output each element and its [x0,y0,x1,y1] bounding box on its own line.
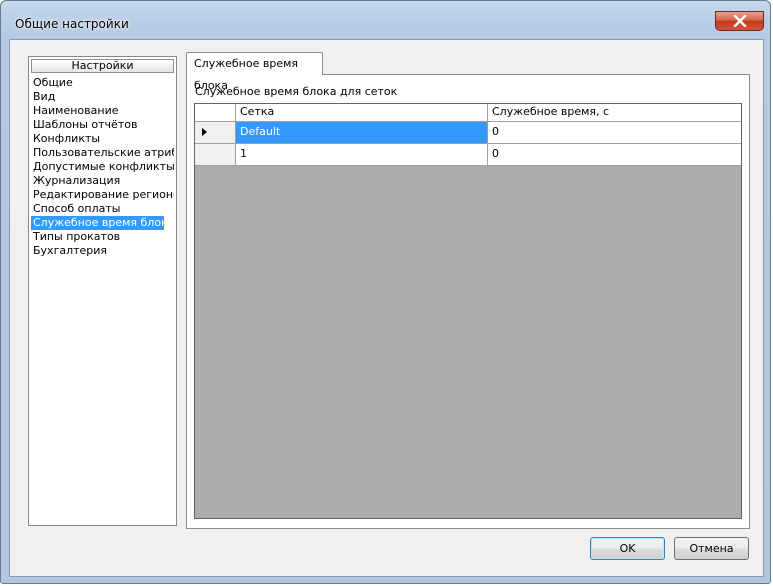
sidebar-item-conflicts[interactable]: Конфликты [31,132,174,146]
grid-corner-cell[interactable] [195,104,236,122]
settings-list-header[interactable]: Настройки [31,59,174,73]
column-header-grid[interactable]: Сетка [236,104,488,122]
sidebar-item-payment-method[interactable]: Способ оплаты [31,202,174,216]
cell-grid-name[interactable]: Default [236,122,488,144]
sidebar-item-region-editing[interactable]: Редактирование регионов [31,188,174,202]
sidebar-item-allowed-conflicts[interactable]: Допустимые конфликты [31,160,174,174]
service-time-grid[interactable]: Сетка Служебное время, с Default 0 1 0 [194,103,742,519]
tab-page-block-service-time: Служебное время блока для сеток Сетка Сл… [186,74,750,529]
settings-category-list[interactable]: Настройки Общие Вид Наименование Шаблоны… [28,56,177,526]
tab-block-service-time[interactable]: Служебное время блока [186,52,323,92]
column-header-service-time[interactable]: Служебное время, с [488,104,741,122]
current-row-arrow-icon [202,128,207,136]
title-bar[interactable]: Общие настройки [1,1,770,39]
settings-list-items: Общие Вид Наименование Шаблоны отчётов К… [31,76,174,258]
settings-dialog-window: Общие настройки Настройки Общие Вид Наим… [0,0,771,584]
dialog-client-area: Настройки Общие Вид Наименование Шаблоны… [9,39,764,577]
cell-service-time[interactable]: 0 [488,122,741,144]
cell-service-time[interactable]: 0 [488,144,741,166]
sidebar-item-journaling[interactable]: Журнализация [31,174,174,188]
sidebar-item-block-service-time[interactable]: Служебное время блока [31,216,164,230]
sidebar-item-naming[interactable]: Наименование [31,104,174,118]
sidebar-item-general[interactable]: Общие [31,76,174,90]
ok-button[interactable]: OK [590,537,665,560]
sidebar-item-view[interactable]: Вид [31,90,174,104]
row-header[interactable] [195,122,236,144]
sidebar-item-accounting[interactable]: Бухгалтерия [31,244,174,258]
window-title: Общие настройки [15,17,129,31]
cell-grid-name[interactable]: 1 [236,144,488,166]
table-row[interactable]: Default 0 [195,122,741,144]
sidebar-item-custom-attributes[interactable]: Пользовательские атриб… [31,146,174,160]
cancel-button[interactable]: Отмена [674,537,749,560]
grid-header-row: Сетка Служебное время, с [195,104,741,122]
sidebar-item-rental-types[interactable]: Типы прокатов [31,230,174,244]
close-button[interactable] [715,11,764,31]
row-header[interactable] [195,144,236,166]
sidebar-item-report-templates[interactable]: Шаблоны отчётов [31,118,174,132]
table-row[interactable]: 1 0 [195,144,741,166]
close-icon [733,15,746,27]
